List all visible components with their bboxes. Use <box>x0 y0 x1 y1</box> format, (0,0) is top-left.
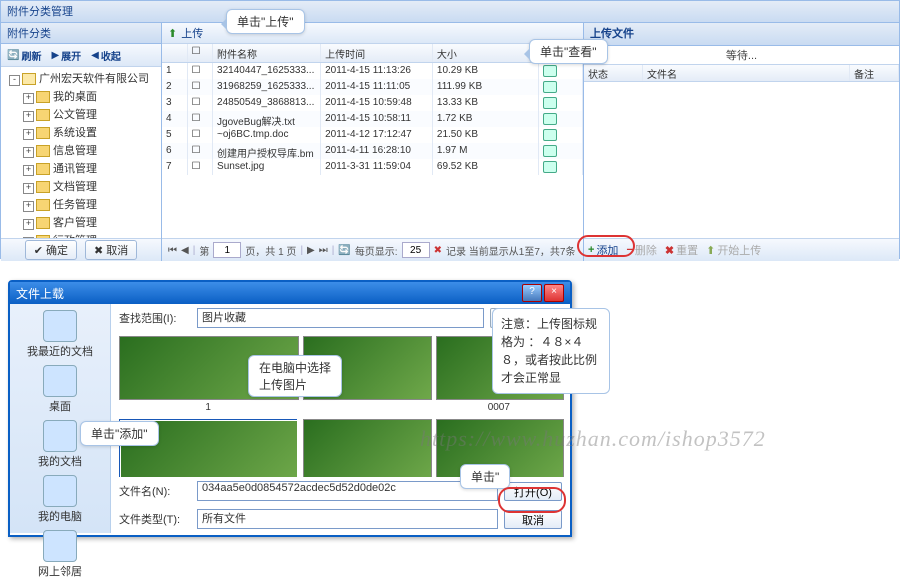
expand-button[interactable]: ▶展开 <box>51 48 81 63</box>
page-input[interactable] <box>213 242 241 258</box>
filetype-label: 文件类型(T): <box>119 511 191 527</box>
dialog-title: 文件上载 <box>16 285 64 302</box>
close-icon[interactable]: × <box>544 284 564 302</box>
next-page[interactable]: ▶ <box>307 245 315 256</box>
upload-title: 上传文件 <box>584 23 899 46</box>
view-icon[interactable] <box>543 113 557 125</box>
spec-note: 注意：上传图标规格为 ：４８×４８，或者按此比例才会正常显 <box>492 308 610 394</box>
attachment-manager: 附件分类管理 附件分类 🔄刷新 ▶展开 ◀收起 -广州宏天软件有限公司 +我的桌… <box>0 0 900 259</box>
view-icon[interactable] <box>543 145 557 157</box>
upload-waiting: 等待... <box>584 46 899 65</box>
place-computer[interactable]: 我的电脑 <box>18 473 102 526</box>
place-recent[interactable]: 我最近的文档 <box>18 308 102 361</box>
file-open-dialog: 文件上载 ? × 我最近的文档 桌面 我的文档 我的电脑 网上邻居 查找范围(I… <box>8 280 572 537</box>
callout-upload: 单击"上传" <box>226 9 305 34</box>
thumbnail[interactable]: 20090426_d8749358... <box>303 419 429 477</box>
del-file-button[interactable]: −删除 <box>626 242 656 258</box>
table-row[interactable]: 7☐Sunset.jpg2011-3-31 11:59:0469.52 KB <box>162 159 583 175</box>
cancel-button[interactable]: ✖取消 <box>85 240 137 260</box>
help-icon[interactable]: ? <box>522 284 542 302</box>
table-row[interactable]: 2☐31968259_1625333...2011-4-15 11:11:051… <box>162 79 583 95</box>
look-in-combo[interactable]: 图片收藏 <box>197 308 484 328</box>
place-desktop[interactable]: 桌面 <box>18 363 102 416</box>
view-icon[interactable] <box>543 161 557 173</box>
category-tree[interactable]: -广州宏天软件有限公司 +我的桌面 +公文管理 +系统设置 +信息管理 +通讯管… <box>1 67 161 238</box>
upload-icon: ⬆ <box>168 27 177 40</box>
cancel-open-button[interactable]: 取消 <box>504 510 562 529</box>
filename-label: 文件名(N): <box>119 483 191 499</box>
view-icon[interactable] <box>543 129 557 141</box>
sidebar-header: 附件分类 <box>1 23 161 44</box>
reset-button[interactable]: ✖重置 <box>665 242 698 258</box>
upload-panel: 上传文件 等待... 状态 文件名 备注 +添加 −删除 ✖重置 ⬆开始上传 <box>583 23 899 261</box>
look-in-label: 查找范围(I): <box>119 310 191 326</box>
open-button[interactable]: 打开(O) <box>504 482 562 501</box>
view-icon[interactable] <box>543 65 557 77</box>
filename-field[interactable]: 034aa5e0d0854572acdec5d52d0de02c <box>197 481 498 501</box>
collapse-button[interactable]: ◀收起 <box>91 48 121 63</box>
place-network[interactable]: 网上邻居 <box>18 528 102 581</box>
add-file-button[interactable]: +添加 <box>588 242 618 258</box>
sidebar-toolbar: 🔄刷新 ▶展开 ◀收起 <box>1 44 161 67</box>
view-icon[interactable] <box>543 97 557 109</box>
first-page[interactable]: ⏮ <box>168 245 177 256</box>
table-row[interactable]: 5☐~oj6BC.tmp.doc2011-4-12 17:12:4721.50 … <box>162 127 583 143</box>
window-title: 附件分类管理 <box>1 1 899 23</box>
places-bar: 我最近的文档 桌面 我的文档 我的电脑 网上邻居 <box>10 304 111 533</box>
per-page-input[interactable] <box>402 242 430 258</box>
ok-button[interactable]: ✔确定 <box>25 240 77 260</box>
table-row[interactable]: 1☐32140447_1625333...2011-4-15 11:13:261… <box>162 63 583 79</box>
table-row[interactable]: 6☐创建用户授权导库.bm2011-4-11 16:28:101.97 M <box>162 143 583 159</box>
pager: ⏮ ◀ | 第 页，共 1 页 | ▶ ⏭ | 🔄 每页显示: ✖ 记录 当前显… <box>162 238 583 261</box>
callout-add: 单击"添加" <box>80 421 159 446</box>
callout-open: 单击" <box>460 464 510 489</box>
table-row[interactable]: 3☐24850549_3868813...2011-4-15 10:59:481… <box>162 95 583 111</box>
category-sidebar: 附件分类 🔄刷新 ▶展开 ◀收起 -广州宏天软件有限公司 +我的桌面 +公文管理… <box>1 23 162 261</box>
last-page[interactable]: ⏭ <box>319 245 328 256</box>
table-row[interactable]: 4☐JgoveBug解决.txt2011-4-15 10:58:111.72 K… <box>162 111 583 127</box>
callout-view: 单击"查看" <box>529 39 608 64</box>
refresh-button[interactable]: 🔄刷新 <box>7 48 41 63</box>
callout-pick: 在电脑中选择上传图片 <box>248 355 342 397</box>
refresh-page[interactable]: 🔄 <box>338 245 350 256</box>
view-icon[interactable] <box>543 81 557 93</box>
start-upload-button[interactable]: ⬆开始上传 <box>706 242 761 258</box>
filetype-combo[interactable]: 所有文件 <box>197 509 498 529</box>
prev-page[interactable]: ◀ <box>181 245 189 256</box>
upload-button[interactable]: 上传 <box>181 25 203 41</box>
